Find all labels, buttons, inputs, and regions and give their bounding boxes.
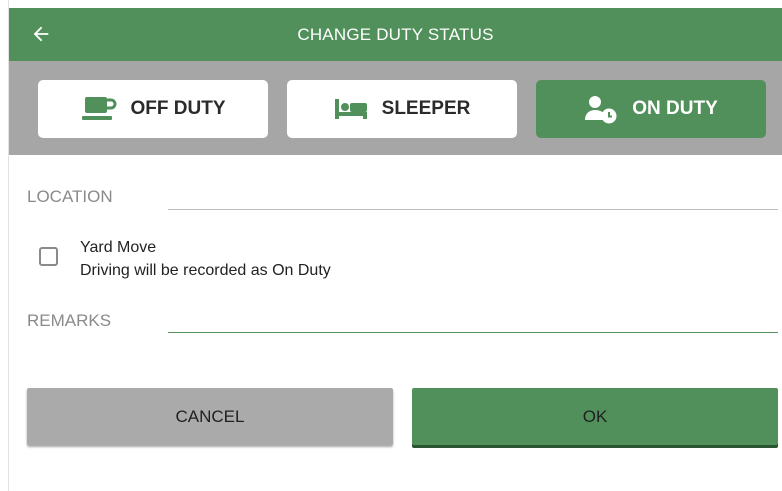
- yard-move-title: Yard Move: [80, 239, 157, 256]
- on-duty-label: ON DUTY: [632, 98, 718, 119]
- person-clock-icon: [584, 94, 618, 124]
- duty-status-selector: OFF DUTY SLEEPER ON DUTY: [9, 61, 782, 155]
- yard-move-checkbox[interactable]: [39, 247, 58, 266]
- location-label: LOCATION: [27, 187, 113, 206]
- bed-icon: [334, 97, 368, 121]
- off-duty-label: OFF DUTY: [130, 98, 226, 119]
- ok-button[interactable]: OK: [412, 388, 778, 445]
- left-margin: [0, 0, 8, 491]
- duty-status-dialog: CHANGE DUTY STATUS OFF DUTY SLEEPER ON D…: [0, 0, 782, 491]
- location-input[interactable]: [168, 209, 778, 210]
- off-duty-button[interactable]: OFF DUTY: [38, 80, 268, 138]
- on-duty-button[interactable]: ON DUTY: [536, 80, 766, 138]
- cancel-button[interactable]: CANCEL: [27, 388, 393, 445]
- page-title: CHANGE DUTY STATUS: [297, 25, 494, 44]
- remarks-label: REMARKS: [27, 311, 112, 330]
- yard-move-subtitle: Driving will be recorded as On Duty: [80, 262, 331, 279]
- sleeper-label: SLEEPER: [381, 98, 471, 119]
- coffee-cup-icon: [81, 95, 117, 123]
- remarks-input[interactable]: [168, 332, 778, 333]
- app-bar: CHANGE DUTY STATUS: [9, 8, 782, 61]
- sleeper-button[interactable]: SLEEPER: [287, 80, 517, 138]
